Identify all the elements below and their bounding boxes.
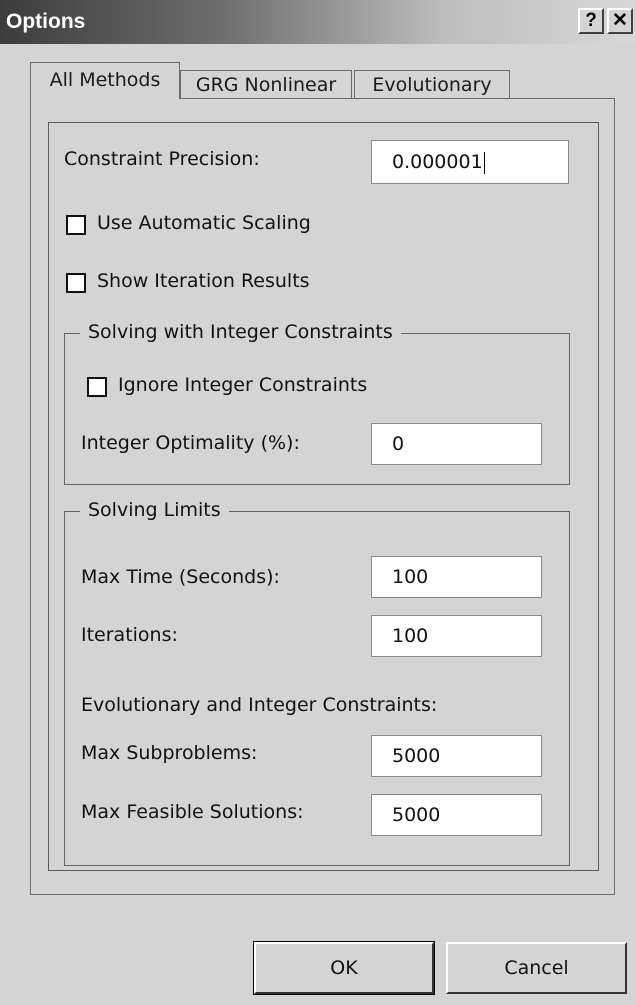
cancel-button[interactable]: Cancel [446, 942, 627, 994]
show-iteration-results-label: Show Iteration Results [97, 270, 310, 292]
integer-optimality-field[interactable]: 0 [371, 423, 542, 465]
use-automatic-scaling-checkbox[interactable] [66, 215, 86, 235]
text-cursor [483, 151, 485, 174]
integer-constraints-legend: Solving with Integer Constraints [80, 321, 401, 343]
title-bar: Options ? ✕ [0, 0, 635, 44]
constraint-precision-field[interactable]: 0.000001 [371, 140, 569, 184]
integer-optimality-label: Integer Optimality (%): [81, 432, 300, 454]
tab-grg-nonlinear[interactable]: GRG Nonlinear [180, 70, 352, 99]
constraint-precision-label: Constraint Precision: [64, 148, 260, 170]
iterations-label: Iterations: [81, 624, 178, 646]
constraint-precision-value: 0.000001 [392, 151, 483, 173]
ignore-integer-constraints-checkbox[interactable] [87, 377, 107, 397]
ok-button[interactable]: OK [254, 942, 434, 994]
help-button[interactable]: ? [578, 8, 604, 34]
max-subproblems-label: Max Subproblems: [81, 742, 258, 764]
max-subproblems-field[interactable]: 5000 [371, 735, 542, 777]
max-feasible-solutions-field[interactable]: 5000 [371, 794, 542, 836]
tab-all-methods[interactable]: All Methods [30, 62, 180, 99]
ignore-integer-constraints-label: Ignore Integer Constraints [118, 374, 368, 396]
window-title: Options [6, 10, 86, 33]
evolutionary-integer-heading: Evolutionary and Integer Constraints: [81, 694, 438, 716]
max-feasible-solutions-label: Max Feasible Solutions: [81, 801, 304, 823]
iterations-field[interactable]: 100 [371, 615, 542, 657]
options-dialog: Options ? ✕ All Methods GRG Nonlinear Ev… [0, 0, 635, 1005]
max-time-label: Max Time (Seconds): [81, 566, 280, 588]
show-iteration-results-checkbox[interactable] [66, 273, 86, 293]
solving-limits-legend: Solving Limits [80, 499, 229, 521]
tab-evolutionary[interactable]: Evolutionary [354, 70, 510, 99]
max-time-field[interactable]: 100 [371, 556, 542, 598]
use-automatic-scaling-label: Use Automatic Scaling [97, 212, 311, 234]
close-button[interactable]: ✕ [607, 8, 633, 34]
